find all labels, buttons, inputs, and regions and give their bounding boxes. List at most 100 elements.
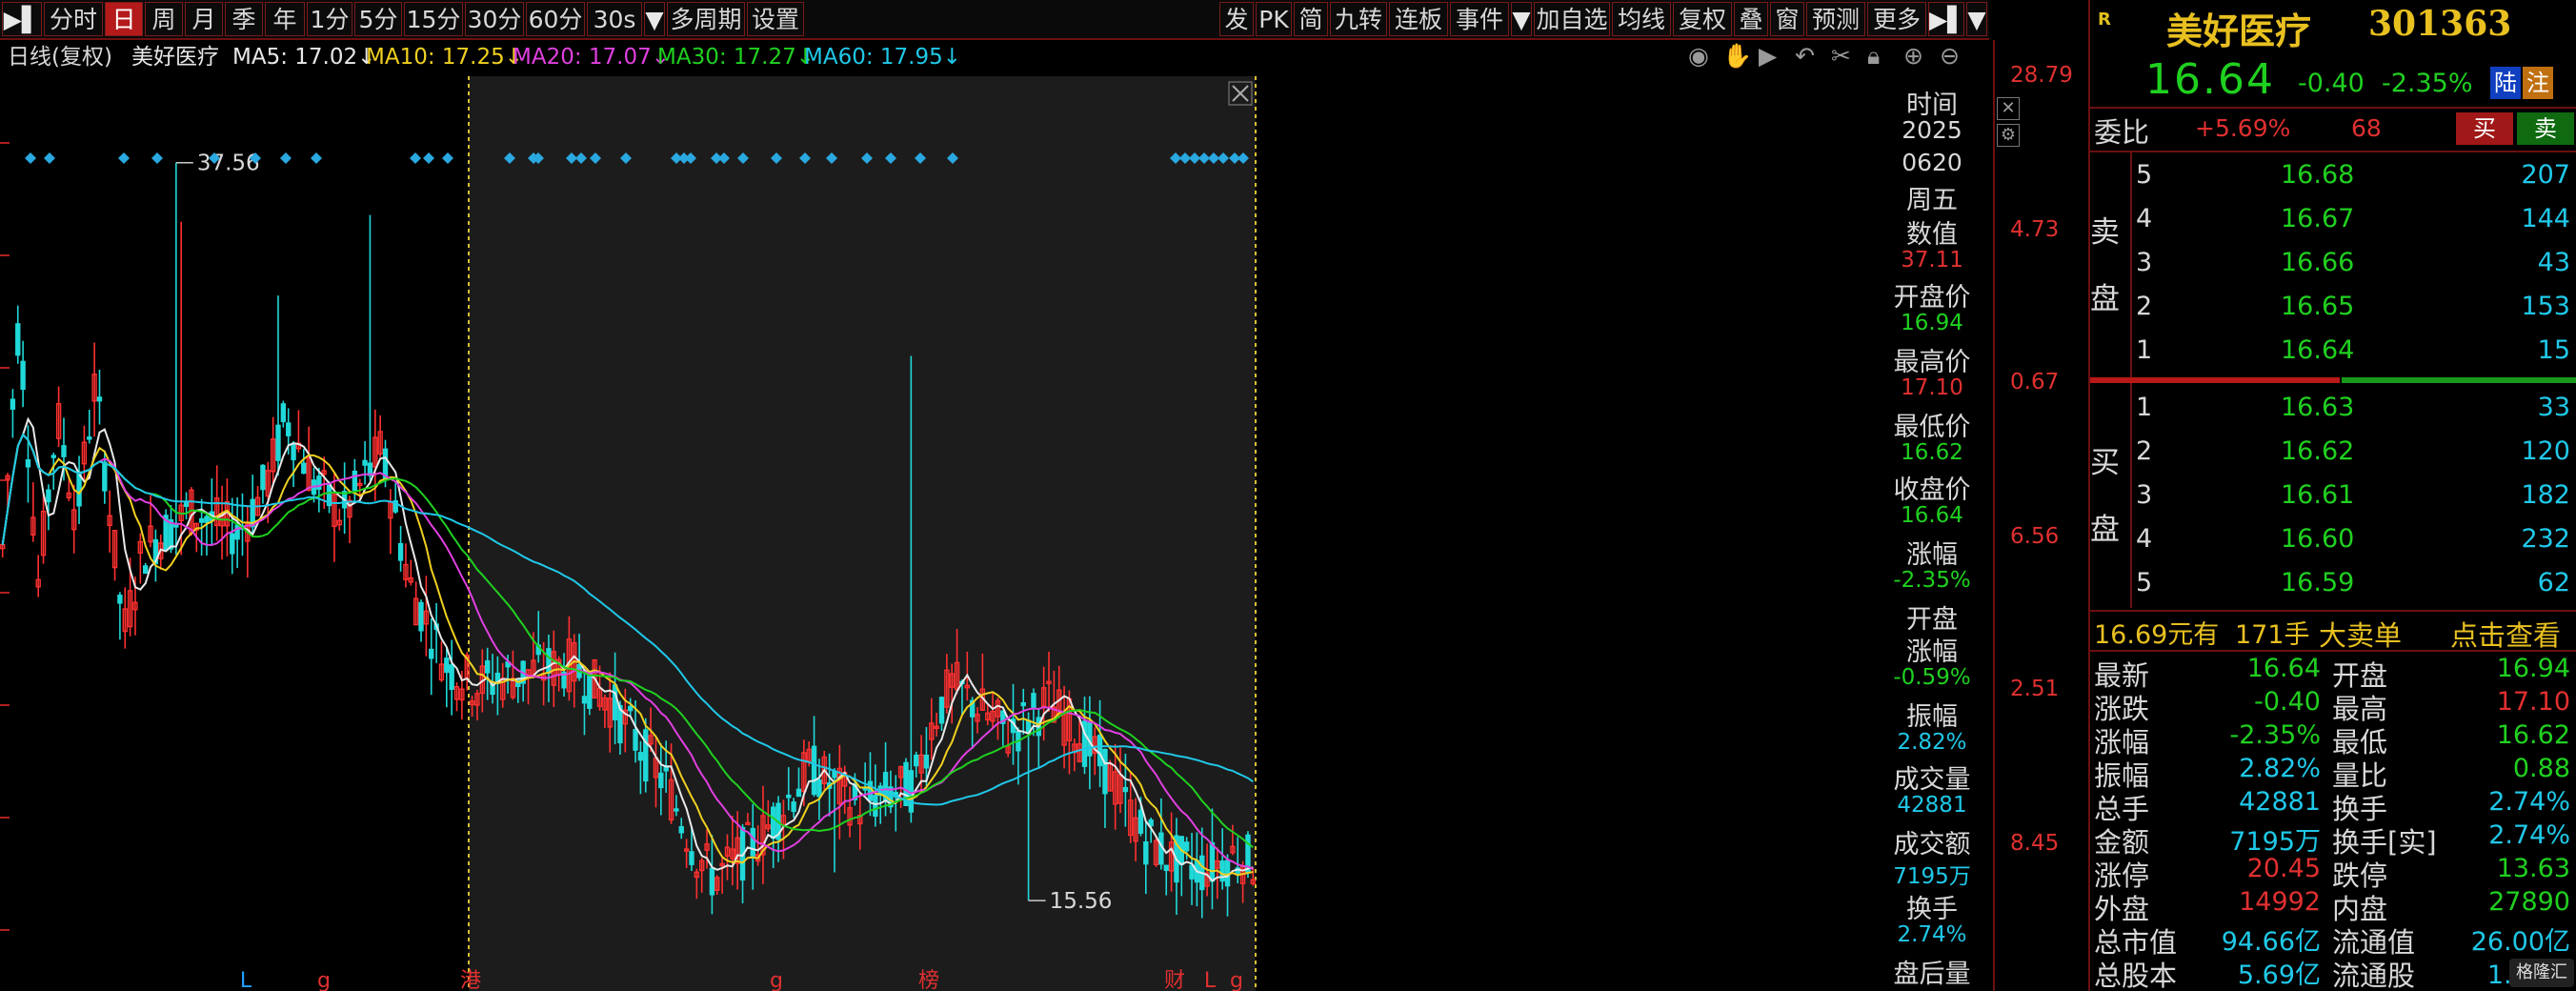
toolbar-button[interactable]: 月 [185,2,223,36]
big-order-type: 大卖单 [2319,619,2403,652]
toolbar-button[interactable]: 周 [145,2,183,36]
candle-body [87,436,92,440]
candle-body [678,825,684,834]
zoom-in-icon[interactable]: ⊕ [1903,42,1923,70]
toolbar-button[interactable]: 年 [265,2,305,36]
toolbar-button[interactable]: 日 [105,2,143,36]
scissors-icon[interactable]: ✂ [1831,42,1851,70]
ma-legend: 日线(复权) 美好医疗 MA5: 17.02↓ MA10: 17.25↓ MA2… [0,40,1677,74]
sell-pressure-bar [2090,377,2340,383]
order-book-row[interactable]: 5 16.68 207 [2090,156,2576,198]
toolbar-button[interactable]: 更多 [1867,2,1926,36]
event-marker: g [1230,969,1243,991]
toolbar-button[interactable]: ▼ [1966,2,1987,36]
price-axis: 28.79 4.73 0.67 6.56 2.51 8.45 ✕ ⚙ [1993,40,2086,991]
toolbar-button[interactable]: 事件 [1450,2,1509,36]
toolbar-button[interactable]: 简 [1294,2,1328,36]
hand-icon[interactable]: ✋ [1722,42,1752,71]
toolbar-button[interactable]: 九转 [1330,2,1387,36]
event-marker: L [1204,969,1217,991]
weibi-value: +5.69% [2195,114,2291,142]
toolbar-button[interactable]: 5分 [354,2,402,36]
weibi-label: 委比 [2094,116,2150,149]
zoom-out-icon[interactable]: ⊖ [1940,42,1960,70]
candle-body [449,664,454,691]
toolbar-button[interactable]: 连板 [1389,2,1448,36]
order-book-row[interactable]: 2 16.65 153 [2090,288,2576,330]
toolbar-button[interactable]: 分时 [44,2,103,36]
order-price: 16.59 [2281,568,2355,597]
order-book-row[interactable]: 5 16.59 62 [2090,564,2576,606]
order-volume: 15 [2537,335,2570,365]
candle-body [230,533,235,555]
toolbar-button[interactable]: 30分 [465,2,524,36]
toolbar-button[interactable]: 设置 [747,2,804,36]
toolbar-button[interactable]: 15分 [404,2,463,36]
order-level: 2 [2136,436,2153,466]
order-price: 16.60 [2281,524,2355,554]
candle-body [352,470,358,492]
order-book-row[interactable]: 1 16.64 15 [2090,332,2576,374]
candle-body [25,459,31,468]
order-book-row[interactable]: 4 16.67 144 [2090,200,2576,242]
candle-body [418,601,424,632]
gear-icon[interactable]: ⚙ [1997,124,2020,147]
order-level: 5 [2136,568,2153,597]
divider [2090,151,2576,152]
order-level: 4 [2136,524,2153,554]
candle-body [1020,702,1026,707]
toolbar-button[interactable]: 叠 [1734,2,1768,36]
toolbar-button[interactable]: ▼ [644,2,665,36]
toolbar-button[interactable]: PK [1256,2,1292,36]
kline-svg[interactable]: 37.5615.56L g 港 g 榜财 Lg [0,76,1886,991]
sell-button[interactable]: 卖 [2517,112,2574,145]
candle-body [362,459,368,466]
toolbar-button[interactable]: 30s [587,2,642,36]
vol-label: 成交量 [1893,765,1971,795]
toolbar-button[interactable]: 多周期 [667,2,745,36]
toolbar-button[interactable]: 1分 [307,2,352,36]
stat-value: 94.66亿 [2221,927,2321,957]
hk-connect-badge[interactable]: 陆 [2490,67,2521,99]
candle-body [587,673,593,709]
big-order-link[interactable]: 点击查看 [2450,614,2561,654]
candle-body [873,795,878,818]
candle-body [908,770,915,813]
order-book-row[interactable]: 4 16.60 232 [2090,520,2576,562]
low-label: 15.56 [1050,889,1113,914]
stock-code: 301363 [2368,4,2512,44]
registration-badge[interactable]: 注 [2523,67,2553,99]
candle-body [15,323,21,356]
toolbar-button[interactable]: ▶▌ [1928,2,1965,36]
open-label: 开盘价 [1893,283,1971,313]
toolbar-button[interactable]: 加自选 [1534,2,1610,36]
toolbar-button[interactable]: 窗 [1770,2,1804,36]
order-book-row[interactable]: 1 16.63 33 [2090,389,2576,431]
toolbar-button[interactable]: 预测 [1806,2,1865,36]
candlestick-chart[interactable]: 37.56 15.56 Lg 港 g 榜财 Lg [0,76,1886,991]
stat-value: 17.10 [2496,687,2570,717]
eye-icon[interactable]: ◉ [1688,42,1709,70]
order-book-row[interactable]: 3 16.66 43 [2090,244,2576,286]
event-marker: 榜 [918,969,939,991]
buy-button[interactable]: 买 [2456,112,2513,145]
order-price: 16.62 [2281,436,2355,466]
order-book-row[interactable]: 2 16.62 120 [2090,433,2576,475]
chart-mode-label[interactable]: 日线(复权) [8,40,112,74]
toolbar-button[interactable]: 发 [1219,2,1254,36]
play-icon[interactable]: ▶ [1759,42,1777,70]
toolbar-button[interactable]: 季 [225,2,263,36]
candle-body [914,754,919,767]
toolbar-button[interactable]: 复权 [1673,2,1732,36]
candle-body [546,648,552,675]
toolbar-button[interactable]: 60分 [526,2,585,36]
lock-icon[interactable]: 🔒︎ [1867,42,1880,71]
toolbar-button[interactable]: ▼ [1511,2,1532,36]
low-label: 最低价 [1893,413,1971,442]
toolbar-button[interactable]: 均线 [1612,2,1671,36]
close-icon[interactable]: ✕ [1997,97,2020,120]
undo-icon[interactable]: ↶ [1795,42,1815,70]
order-book-row[interactable]: 3 16.61 182 [2090,476,2576,518]
candle-body [397,542,404,561]
toolbar-button[interactable]: ▶▌ [2,2,42,36]
